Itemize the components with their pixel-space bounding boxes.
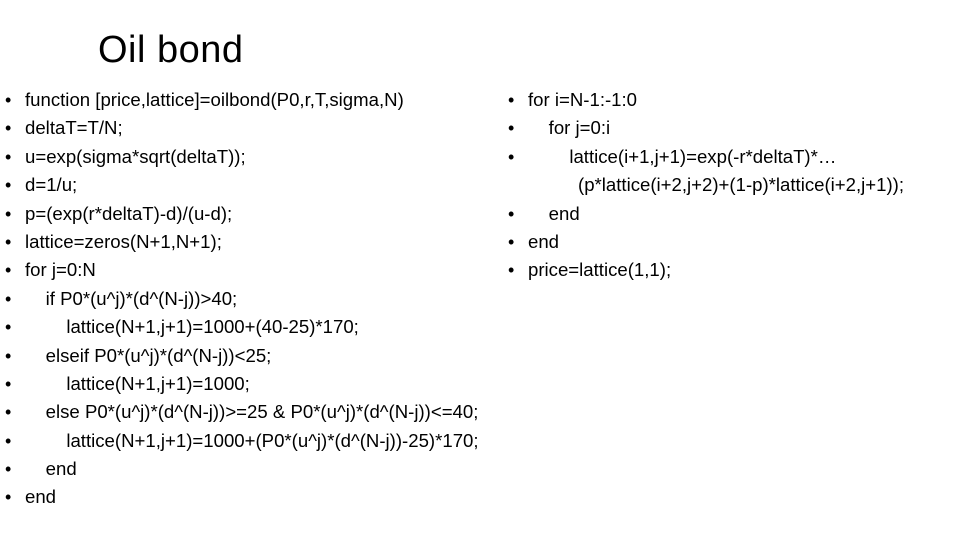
code-text: lattice(N+1,j+1)=1000+(P0*(u^j)*(d^(N-j)… (25, 429, 479, 451)
bullet-icon: • (5, 231, 12, 252)
bullet-icon: • (5, 487, 12, 508)
code-text: end (528, 230, 560, 252)
bullet-icon: • (508, 260, 515, 281)
bullet-icon: • (5, 90, 12, 110)
bullet-icon: • (5, 317, 12, 338)
bullet-icon: • (5, 288, 12, 309)
bullet-icon: • (5, 430, 12, 451)
code-text: function [price,lattice]=oilbond(P0,r,T,… (25, 89, 404, 110)
bullet-icon: • (508, 203, 515, 224)
bullet-icon: • (5, 118, 12, 139)
bullet-icon: • (508, 146, 515, 167)
code-text: if P0*(u^j)*(d^(N-j))>40; (25, 287, 238, 309)
bullet-icon: • (5, 203, 12, 224)
code-text: for j=0:N (25, 259, 96, 281)
code-text: elseif P0*(u^j)*(d^(N-j))<25; (25, 344, 272, 366)
bullet-icon: • (5, 345, 12, 366)
bullet-icon: • (5, 402, 12, 423)
bullet-icon: • (508, 90, 515, 110)
code-text: lattice(N+1,j+1)=1000; (25, 372, 250, 394)
bullet-icon: • (5, 459, 12, 480)
code-text: lattice(i+1,j+1)=exp(-r*deltaT)*… (528, 145, 837, 167)
bullet-icon: • (508, 231, 515, 252)
bullet-icon: • (5, 373, 12, 394)
bullet-icon: • (508, 118, 515, 139)
code-text: lattice(N+1,j+1)=1000+(40-25)*170; (25, 316, 359, 338)
code-text: else P0*(u^j)*(d^(N-j))>=25 & P0*(u^j)*(… (25, 401, 479, 423)
slide-title: Oil bond (98, 29, 244, 71)
bullet-icon: • (5, 175, 12, 196)
code-text: d=1/u; (25, 174, 78, 196)
code-text: deltaT=T/N; (25, 117, 123, 139)
code-text: for j=0:i (528, 117, 611, 139)
code-text: p=(exp(r*deltaT)-d)/(u-d); (25, 202, 233, 224)
code-text: for i=N-1:-1:0 (528, 89, 638, 110)
code-text: end (528, 202, 580, 224)
code-text: (p*lattice(i+2,j+2)+(1-p)*lattice(i+2,j+… (578, 174, 905, 196)
code-text: end (25, 486, 57, 508)
code-text: u=exp(sigma*sqrt(deltaT)); (25, 145, 246, 167)
code-text: lattice=zeros(N+1,N+1); (25, 230, 222, 252)
bullet-icon: • (5, 146, 12, 167)
code-text: price=lattice(1,1); (528, 259, 672, 281)
bullet-icon: • (5, 260, 12, 281)
code-text: end (25, 458, 77, 480)
